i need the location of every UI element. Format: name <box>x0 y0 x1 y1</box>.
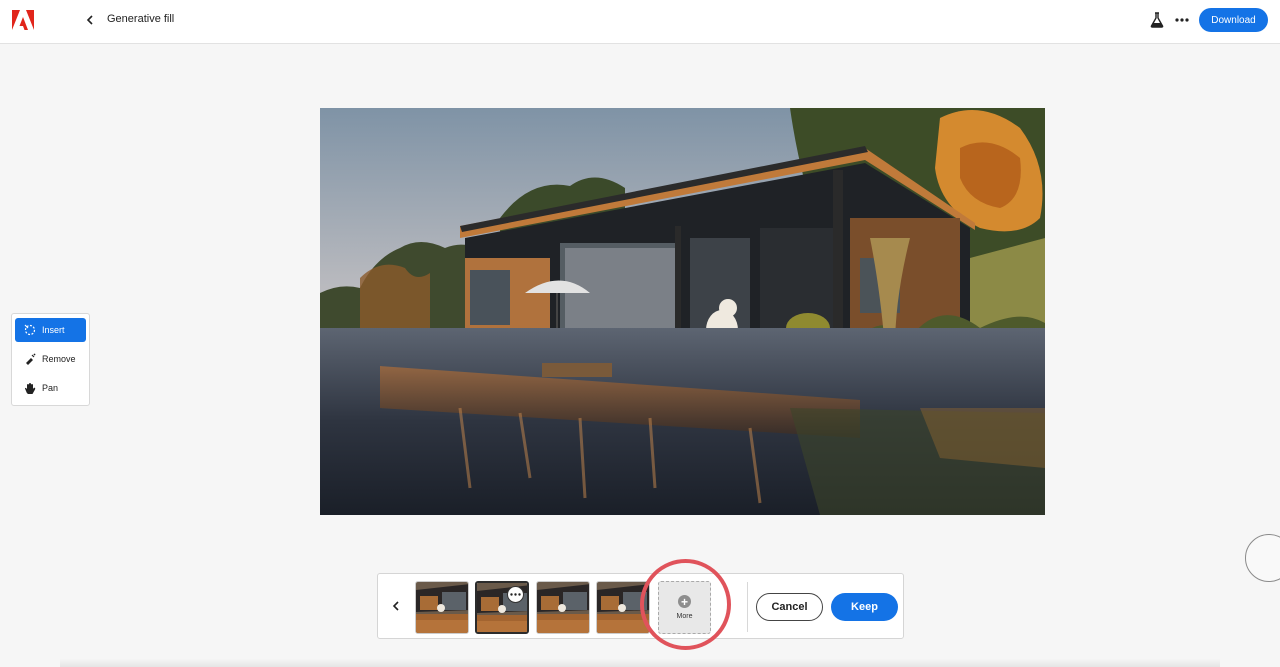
tool-remove[interactable]: Remove <box>15 347 86 371</box>
adobe-logo[interactable] <box>12 10 34 30</box>
tool-panel: Insert Remove Pan <box>11 313 90 406</box>
more-label: More <box>676 613 693 620</box>
variation-thumbnail-4[interactable] <box>596 581 650 634</box>
page-title: Generative fill <box>107 13 175 25</box>
chevron-left-icon <box>392 601 399 611</box>
hand-icon <box>23 381 37 395</box>
divider <box>747 582 748 632</box>
tool-label: Remove <box>42 354 76 364</box>
canvas-image[interactable] <box>320 108 1045 515</box>
remove-brush-icon <box>23 352 37 366</box>
tool-insert[interactable]: Insert <box>15 318 86 342</box>
cancel-button[interactable]: Cancel <box>756 593 823 621</box>
bottom-shadow <box>60 658 1220 667</box>
back-button[interactable] <box>80 10 100 30</box>
previous-variation-button[interactable] <box>388 596 404 616</box>
keep-button[interactable]: Keep <box>831 593 898 621</box>
variation-thumbnail-1[interactable] <box>415 581 469 634</box>
variation-bar: + More Cancel Keep <box>377 573 904 639</box>
more-variations-button[interactable]: + More <box>658 581 711 634</box>
variation-thumbnail-2[interactable] <box>475 581 529 634</box>
chevron-left-icon <box>86 15 93 25</box>
download-button[interactable]: Download <box>1199 8 1268 32</box>
variation-preview-image <box>537 582 589 633</box>
variation-preview-image <box>597 582 649 633</box>
insert-brush-icon <box>23 323 37 337</box>
plus-icon: + <box>678 595 691 608</box>
variation-preview-image <box>416 582 468 633</box>
lakeside-cabin-photo <box>320 108 1045 515</box>
top-bar: Generative fill Download <box>0 0 1280 44</box>
flask-icon <box>1150 12 1164 28</box>
tool-label: Pan <box>42 383 59 393</box>
tool-label: Insert <box>42 325 65 335</box>
more-options-button[interactable] <box>1172 10 1192 30</box>
cursor-indicator <box>1245 534 1280 582</box>
variation-thumbnail-3[interactable] <box>536 581 590 634</box>
beta-flask-button[interactable] <box>1147 10 1167 30</box>
tool-pan[interactable]: Pan <box>15 376 86 400</box>
ellipsis-icon <box>510 593 521 596</box>
ellipsis-icon <box>1175 18 1189 22</box>
variation-options-button[interactable] <box>507 586 524 603</box>
